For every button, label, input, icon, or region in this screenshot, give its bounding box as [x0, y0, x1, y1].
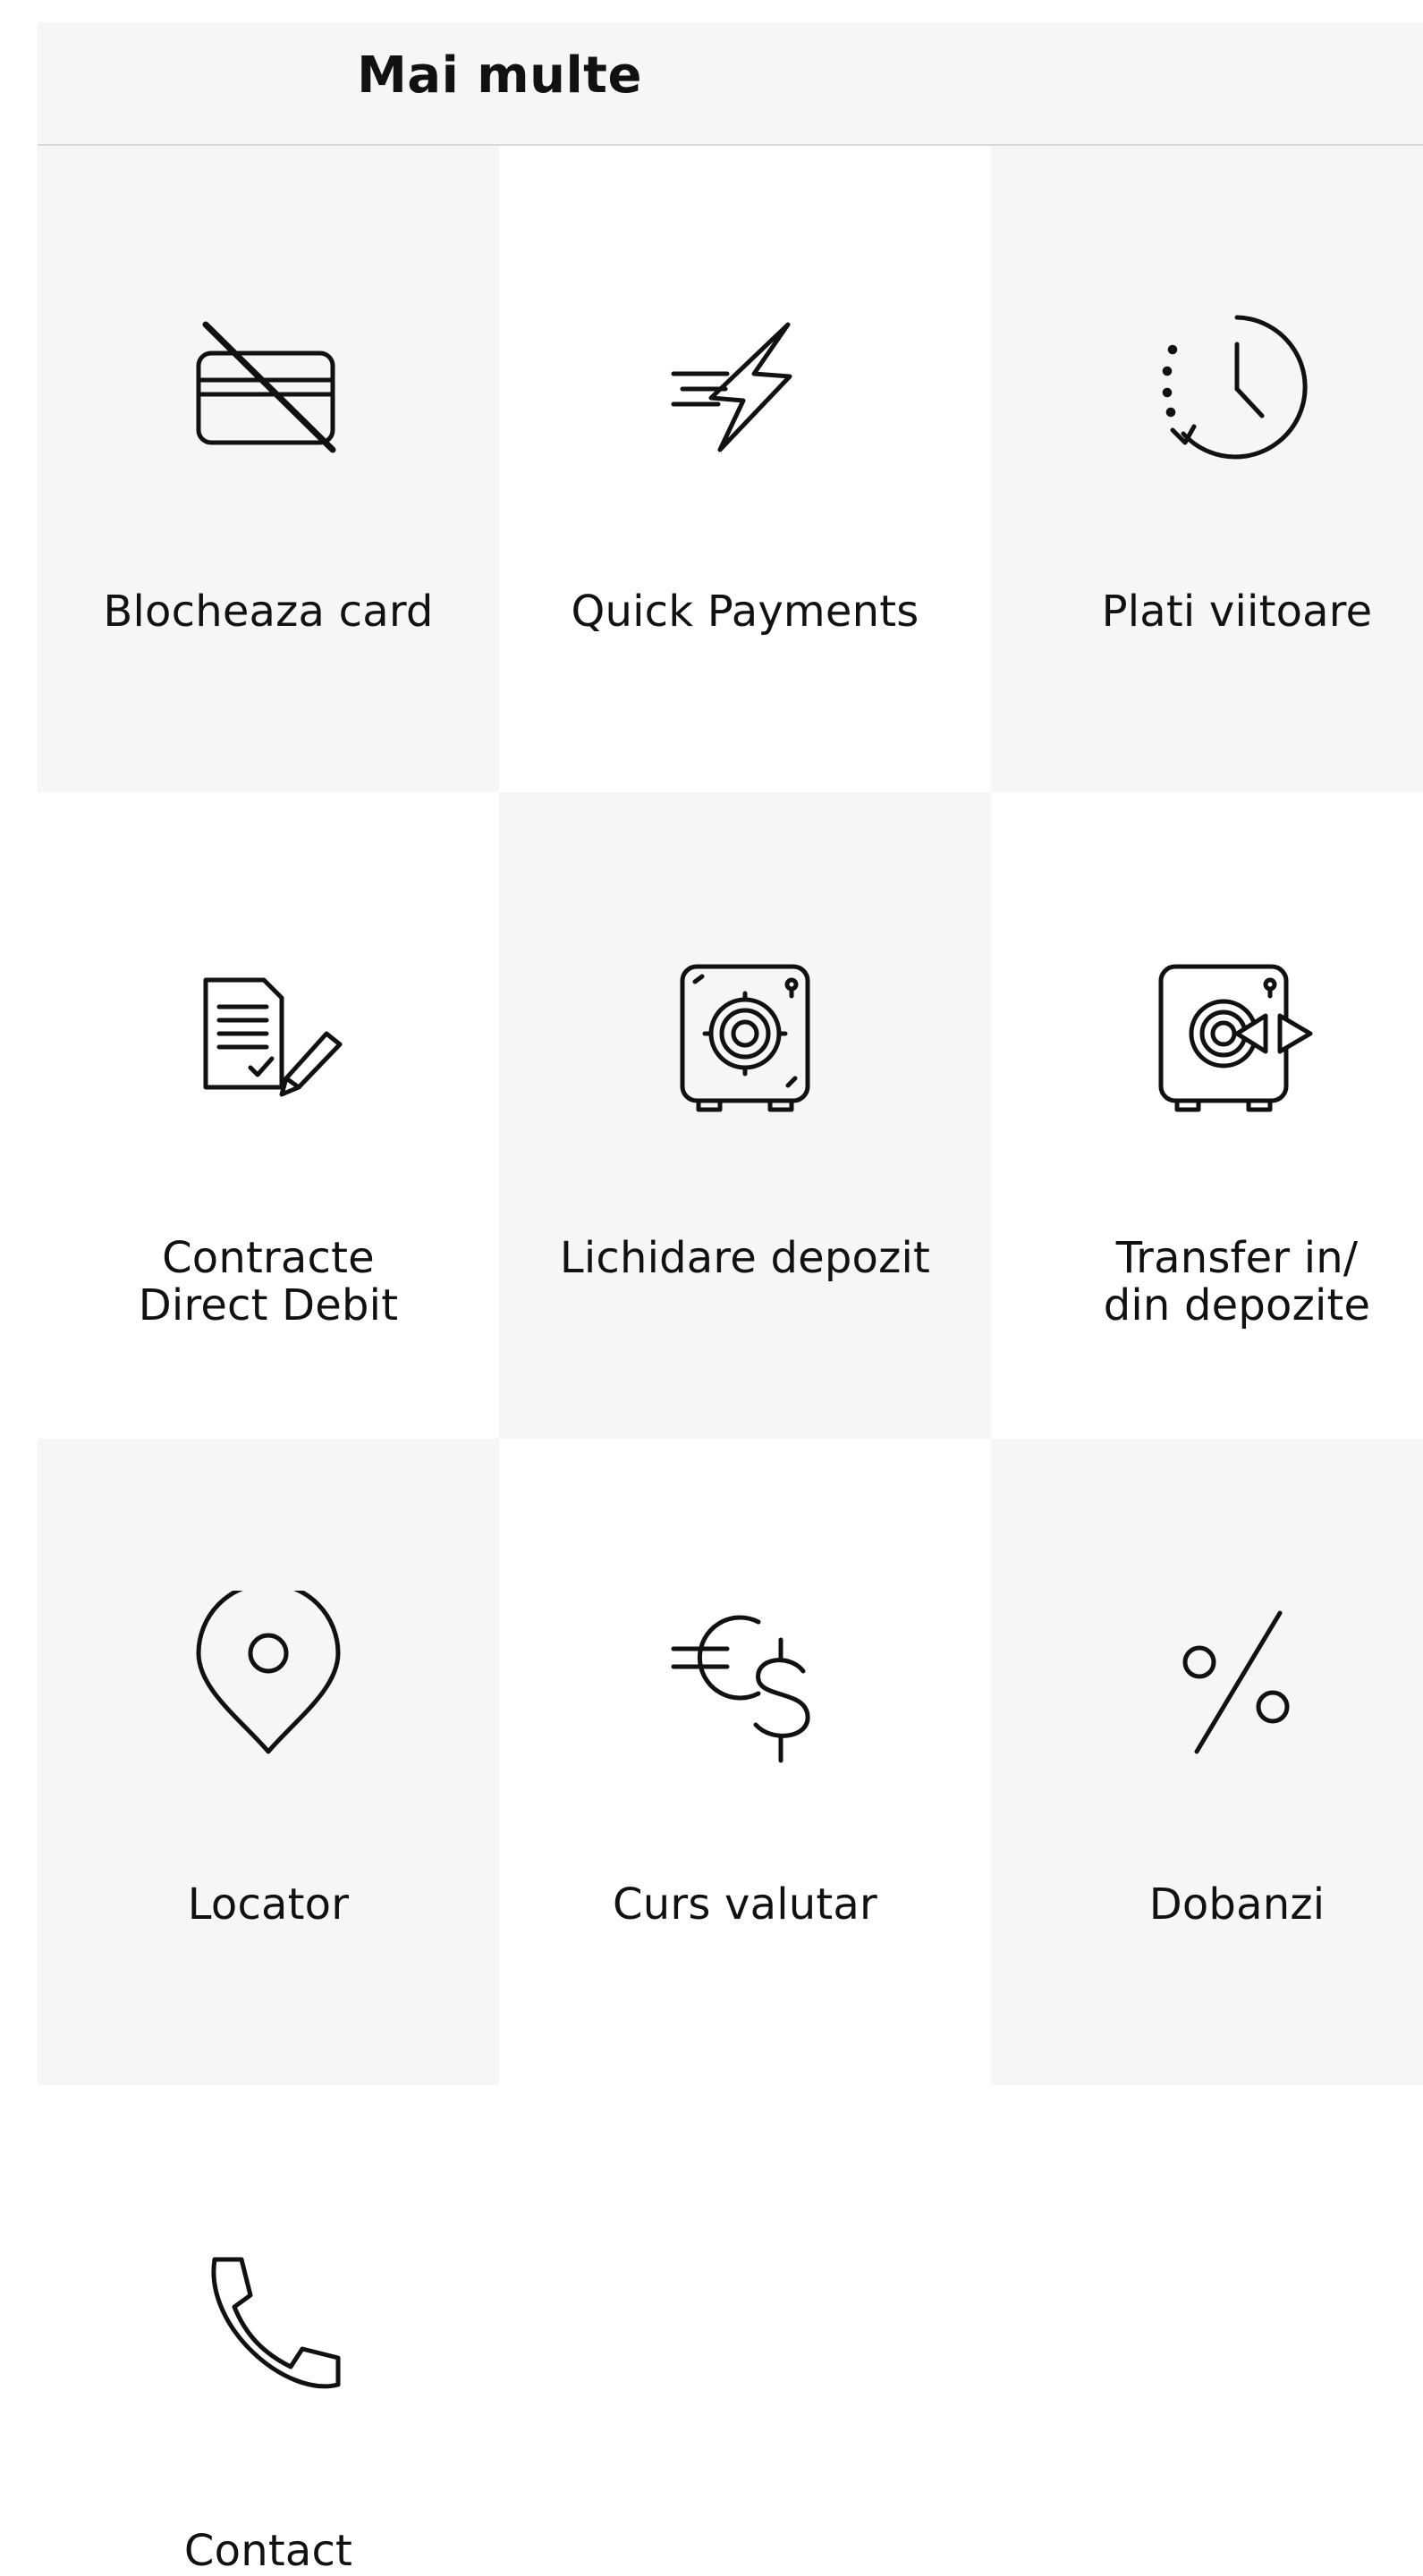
tile-label: Curs valutar — [613, 1879, 877, 1930]
blocked-card-icon — [179, 298, 358, 477]
contract-sign-icon — [179, 944, 358, 1123]
tile-curs-valutar[interactable]: Curs valutar — [499, 1439, 991, 2085]
tile-label: Blocheaza card — [103, 587, 434, 637]
tile-label: Lichidare depozit — [559, 1233, 931, 1283]
tile-quick-payments[interactable]: Quick Payments — [499, 146, 991, 792]
tile-label: Locator — [187, 1879, 350, 1930]
tile-label: Plati viitoare — [1101, 587, 1373, 637]
phone-icon — [179, 2237, 358, 2416]
tile-locator[interactable]: Locator — [38, 1439, 499, 2085]
tile-contact[interactable]: Contact — [38, 2085, 499, 2576]
tile-plati-viitoare[interactable]: Plati viitoare — [991, 146, 1423, 792]
tile-label: Dobanzi — [1148, 1879, 1326, 1930]
safe-vault-icon — [656, 944, 834, 1123]
page-title: Mai multe — [357, 46, 642, 105]
currency-exchange-icon — [656, 1591, 834, 1769]
tile-label: Transfer in/ din depozite — [1103, 1233, 1371, 1330]
scheduled-clock-icon — [1148, 298, 1326, 477]
tile-label: Quick Payments — [571, 587, 919, 637]
tile-blocheaza-card[interactable]: Blocheaza card — [38, 146, 499, 792]
tile-label: Contact — [183, 2526, 353, 2576]
location-pin-icon — [179, 1591, 358, 1769]
tile-dobanzi[interactable]: Dobanzi — [991, 1439, 1423, 2085]
tile-transfer-depozite[interactable]: Transfer in/ din depozite — [991, 792, 1423, 1439]
quick-payment-lightning-icon — [656, 298, 834, 477]
tile-lichidare-depozit[interactable]: Lichidare depozit — [499, 792, 991, 1439]
tile-label: Contracte Direct Debit — [138, 1233, 399, 1330]
percent-icon — [1148, 1591, 1326, 1769]
tile-contracte-direct-debit[interactable]: Contracte Direct Debit — [38, 792, 499, 1439]
page-header: Mai multe — [38, 22, 1423, 146]
vault-transfer-icon — [1148, 944, 1326, 1123]
